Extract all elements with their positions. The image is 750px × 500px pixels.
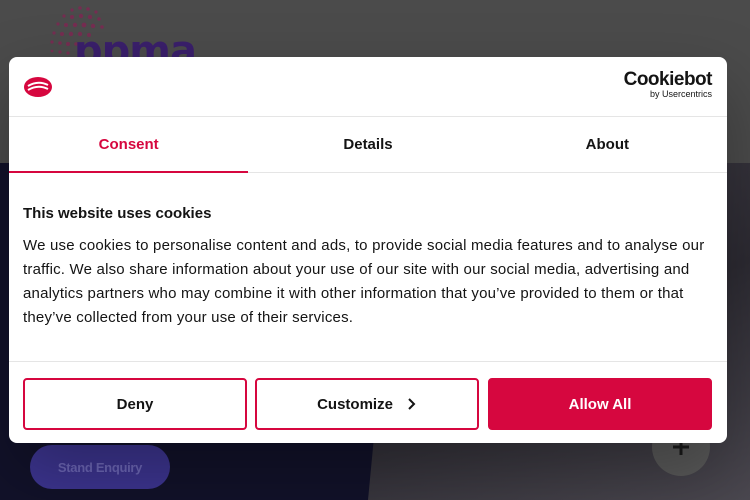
consent-title: This website uses cookies [23, 205, 212, 222]
allow-all-button[interactable]: Allow All [488, 378, 712, 430]
dialog-header: Cookiebot by Usercentrics [9, 57, 727, 117]
allow-all-button-label: Allow All [568, 395, 632, 413]
customize-button[interactable]: Customize [255, 378, 479, 430]
tab-about[interactable]: About [488, 117, 727, 172]
chevron-right-icon [408, 398, 416, 410]
site-logo-icon [24, 77, 52, 97]
consent-body: This website uses cookies We use cookies… [23, 205, 713, 330]
cookiebot-logo-text: Cookiebot [623, 69, 713, 90]
stand-enquiry-button[interactable]: Stand Enquiry [30, 445, 170, 489]
tab-consent[interactable]: Consent [9, 117, 249, 173]
deny-button[interactable]: Deny [23, 378, 247, 430]
cookie-consent-dialog: Cookiebot by Usercentrics Consent Detail… [9, 57, 727, 443]
cookiebot-logo[interactable]: Cookiebot by Usercentrics [610, 69, 713, 100]
customize-button-label: Customize [317, 395, 393, 413]
tab-details[interactable]: Details [248, 117, 487, 172]
cookiebot-logo-subtext: by Usercentrics [649, 89, 712, 99]
consent-description: We use cookies to personalise content an… [23, 237, 705, 326]
dialog-footer: Deny Customize Allow All [9, 361, 727, 443]
dialog-tabs: Consent Details About [9, 117, 727, 173]
deny-button-label: Deny [116, 395, 154, 413]
